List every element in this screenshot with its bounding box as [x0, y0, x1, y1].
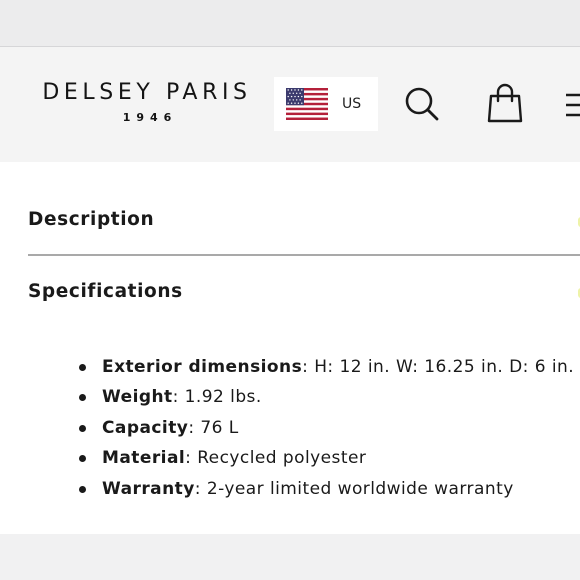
spec-label: Capacity — [102, 417, 189, 438]
spec-value: : 1.92 lbs. — [172, 387, 262, 408]
product-details: Description Specifications Exterior dime… — [0, 162, 580, 534]
page-bottom-strip — [0, 534, 580, 580]
spec-item-capacity: Capacity: 76 L — [0, 416, 574, 446]
bullet-icon — [79, 424, 86, 432]
menu-icon[interactable] — [562, 91, 580, 119]
spec-item-warranty: Warranty: 2-year limited worldwide warra… — [0, 477, 574, 507]
spec-item-exterior-dimensions: Exterior dimensions: H: 12 in. W: 16.25 … — [0, 355, 574, 385]
us-flag-icon — [286, 88, 328, 120]
spec-value: : 76 L — [188, 417, 239, 438]
specifications-list: Exterior dimensions: H: 12 in. W: 16.25 … — [0, 355, 574, 507]
bullet-icon — [79, 485, 86, 493]
spec-label: Material — [102, 448, 186, 469]
spec-label: Weight — [102, 387, 173, 408]
locale-selector[interactable]: US — [274, 77, 378, 131]
locale-label: US — [342, 96, 362, 112]
spec-value: : 2-year limited worldwide warranty — [194, 478, 514, 499]
delsey-logo[interactable]: DELSEY PARIS 1946 — [26, 80, 268, 125]
bullet-icon — [79, 394, 86, 402]
spec-label: Exterior dimensions — [102, 357, 303, 377]
site-header: DELSEY PARIS 1946 US — [0, 47, 580, 162]
bullet-icon — [79, 364, 86, 371]
logo-wordmark: DELSEY PARIS — [42, 80, 252, 105]
logo-year: 1946 — [122, 111, 178, 124]
search-icon[interactable] — [404, 86, 440, 122]
browser-top-strip — [0, 0, 580, 47]
description-toggle[interactable]: Description — [28, 209, 154, 230]
spec-value: : Recycled polyester — [185, 448, 367, 469]
section-divider — [28, 254, 580, 256]
spec-item-material: Material: Recycled polyester — [0, 446, 574, 476]
specifications-toggle[interactable]: Specifications — [28, 281, 183, 302]
spec-label: Warranty — [102, 478, 195, 499]
shopping-bag-icon[interactable] — [486, 83, 524, 123]
spec-item-weight: Weight: 1.92 lbs. — [0, 385, 574, 415]
bullet-icon — [79, 455, 86, 463]
spec-value: : H: 12 in. W: 16.25 in. D: 6 in. — [302, 357, 575, 377]
